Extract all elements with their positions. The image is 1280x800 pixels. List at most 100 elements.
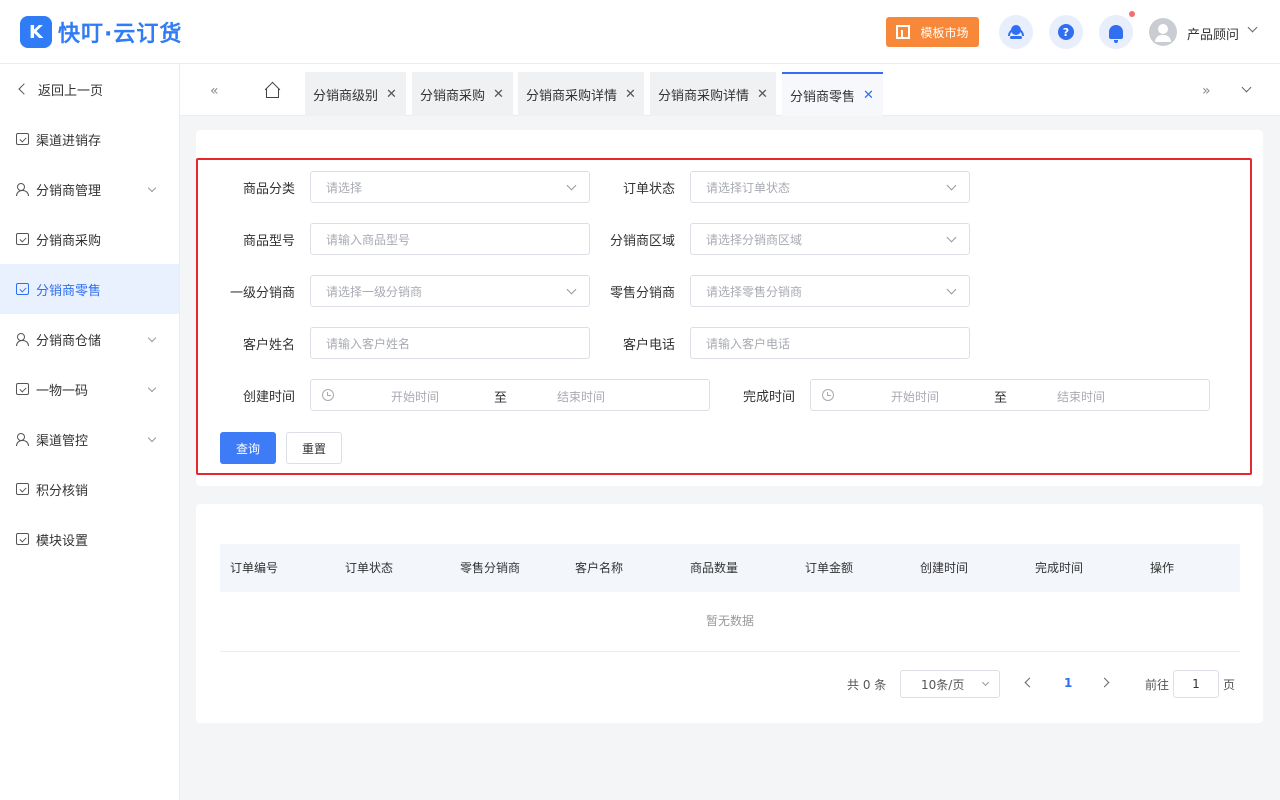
checkbox-icon [16, 283, 29, 295]
tabs-bar: « 分销商级别 ✕ 分销商采购 ✕ 分销商采购详情 ✕ 分销商采购详情 ✕ 分销… [180, 64, 1280, 116]
column-header: 完成时间 [1035, 561, 1084, 575]
order-status-label: 订单状态 [622, 182, 675, 197]
tab-distributor-purchase-detail-2[interactable]: 分销商采购详情 ✕ [650, 72, 776, 116]
region-select[interactable]: 请选择分销商区域 [690, 223, 970, 255]
region-label: 分销商区域 [609, 234, 675, 249]
sidebar-item-points[interactable]: 积分核销 [0, 464, 179, 514]
chevron-down-icon [946, 180, 957, 191]
help-icon: ? [1058, 24, 1074, 40]
retail-placeholder: 请选择零售分销商 [706, 284, 803, 299]
customer-phone-input[interactable]: 请输入客户电话 [690, 327, 970, 359]
chevron-down-icon [946, 284, 957, 295]
notification-dot [1129, 11, 1135, 17]
sidebar-item-module-settings[interactable]: 模块设置 [0, 514, 179, 564]
help-button[interactable]: ? [1049, 15, 1083, 49]
completed-time-label: 完成时间 [742, 390, 795, 405]
chevron-down-icon [566, 284, 577, 295]
sidebar-item-distributor-warehouse[interactable]: 分销商仓储 [0, 314, 179, 364]
category-select[interactable]: 请选择 [310, 171, 590, 203]
end-time-input[interactable]: 结束时间 [1057, 388, 1105, 405]
model-placeholder: 请输入商品型号 [326, 232, 411, 247]
close-icon[interactable]: ✕ [386, 87, 397, 102]
completed-time-range[interactable]: 开始时间 至 结束时间 [810, 379, 1210, 411]
customer-phone-label: 客户电话 [622, 338, 675, 353]
tab-distributor-level[interactable]: 分销商级别 ✕ [305, 72, 406, 116]
close-icon[interactable]: ✕ [625, 87, 636, 102]
page-size-value: 10条/页 [921, 677, 965, 692]
tab-distributor-retail[interactable]: 分销商零售 ✕ [782, 72, 883, 116]
sidebar-item-distributor-retail[interactable]: 分销商零售 [0, 264, 179, 314]
reset-button[interactable]: 重置 [286, 432, 342, 464]
clock-icon [822, 389, 834, 401]
end-time-input[interactable]: 结束时间 [557, 388, 605, 405]
customer-name-label: 客户姓名 [242, 338, 295, 353]
sidebar-item-label: 一物一码 [36, 383, 89, 399]
sidebar-item-label: 分销商采购 [36, 233, 102, 249]
chevron-down-icon [147, 433, 157, 443]
range-separator: 至 [494, 391, 508, 406]
order-status-select[interactable]: 请选择订单状态 [690, 171, 970, 203]
goto-unit: 页 [1223, 678, 1236, 692]
sidebar-item-label: 分销商管理 [36, 183, 102, 199]
scroll-right-icon[interactable]: » [1202, 83, 1211, 99]
start-time-input[interactable]: 开始时间 [891, 388, 939, 405]
bell-icon [1109, 25, 1123, 43]
scroll-left-icon[interactable]: « [210, 83, 219, 99]
sidebar: 返回上一页 渠道进销存 分销商管理 分销商采购 分销商零售 分销商仓储 一物一码… [0, 64, 180, 800]
sidebar-item-channel-control[interactable]: 渠道管控 [0, 414, 179, 464]
page-size-select[interactable]: 10条/页 [900, 670, 1000, 698]
column-header: 零售分销商 [460, 561, 521, 575]
template-market-button[interactable]: 模板市场 [886, 17, 979, 47]
level1-distributor-select[interactable]: 请选择一级分销商 [310, 275, 590, 307]
sidebar-item-label: 模块设置 [36, 533, 89, 549]
tabs-menu-chevron-down-icon[interactable] [1241, 82, 1252, 93]
query-button[interactable]: 查询 [220, 432, 276, 464]
level1-distributor-label: 一级分销商 [229, 286, 295, 301]
close-icon[interactable]: ✕ [863, 88, 874, 103]
home-icon[interactable] [264, 81, 281, 98]
column-header: 创建时间 [920, 561, 969, 575]
tab-label: 分销商采购详情 [658, 88, 750, 104]
back-button[interactable]: 返回上一页 [0, 64, 179, 114]
notification-button[interactable] [1099, 15, 1133, 49]
user-name[interactable]: 产品顾问 [1187, 24, 1239, 43]
close-icon[interactable]: ✕ [493, 87, 504, 102]
tab-label: 分销商采购详情 [526, 88, 618, 104]
model-input[interactable]: 请输入商品型号 [310, 223, 590, 255]
empty-state: 暂无数据 [220, 592, 1240, 652]
page-number[interactable]: 1 [1064, 676, 1072, 690]
checkbox-icon [16, 383, 29, 395]
retail-distributor-select[interactable]: 请选择零售分销商 [690, 275, 970, 307]
category-placeholder: 请选择 [326, 180, 363, 195]
tab-distributor-purchase-detail[interactable]: 分销商采购详情 ✕ [518, 72, 644, 116]
logo[interactable]: K 快叮·云订货 [20, 16, 182, 48]
avatar[interactable] [1149, 18, 1177, 46]
level1-placeholder: 请选择一级分销商 [326, 284, 423, 299]
retail-distributor-label: 零售分销商 [609, 286, 675, 301]
customer-name-input[interactable]: 请输入客户姓名 [310, 327, 590, 359]
close-icon[interactable]: ✕ [757, 87, 768, 102]
tab-distributor-purchase[interactable]: 分销商采购 ✕ [412, 72, 513, 116]
chevron-left-icon [18, 83, 30, 95]
pagination-total: 共 0 条 [847, 678, 887, 692]
sidebar-item-distributor-purchase[interactable]: 分销商采购 [0, 214, 179, 264]
sidebar-item-one-code[interactable]: 一物一码 [0, 364, 179, 414]
order-status-placeholder: 请选择订单状态 [706, 180, 791, 195]
chevron-down-icon [147, 333, 157, 343]
back-label: 返回上一页 [38, 83, 104, 99]
template-market-label: 模板市场 [920, 25, 969, 40]
column-header: 订单金额 [805, 561, 854, 575]
customer-phone-placeholder: 请输入客户电话 [706, 336, 791, 351]
highlight-box [196, 158, 1252, 475]
column-header: 操作 [1150, 561, 1175, 575]
sidebar-item-label: 渠道管控 [36, 433, 89, 449]
user-chevron-down-icon[interactable] [1247, 22, 1258, 33]
sidebar-item-channel-inventory[interactable]: 渠道进销存 [0, 114, 179, 164]
customer-service-button[interactable] [999, 15, 1033, 49]
goto-page-input[interactable]: 1 [1173, 670, 1219, 698]
sidebar-item-distributor-management[interactable]: 分销商管理 [0, 164, 179, 214]
logo-icon: K [20, 16, 52, 48]
checkbox-icon [16, 133, 29, 145]
start-time-input[interactable]: 开始时间 [391, 388, 439, 405]
created-time-range[interactable]: 开始时间 至 结束时间 [310, 379, 710, 411]
